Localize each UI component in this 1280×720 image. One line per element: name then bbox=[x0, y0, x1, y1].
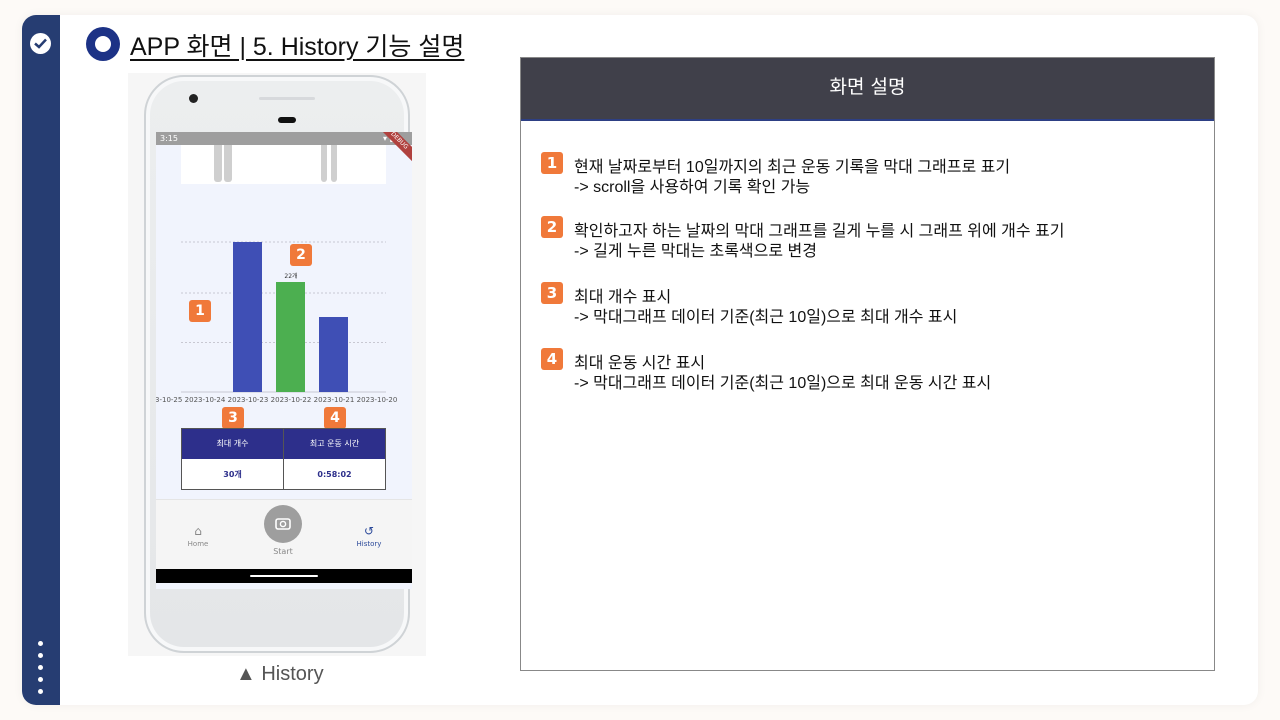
more-dots-icon[interactable] bbox=[38, 641, 44, 701]
nav-history-label: History bbox=[356, 540, 382, 548]
nav-home[interactable]: ⌂ Home bbox=[168, 524, 228, 548]
page-title: APP 화면 | 5. History 기능 설명 bbox=[130, 33, 465, 61]
bar-data-label: 22개 bbox=[284, 272, 297, 280]
phone-grille bbox=[259, 97, 315, 100]
x-tick-label: 2023-10-20 bbox=[357, 396, 398, 404]
tag-2: 2 bbox=[290, 244, 312, 266]
screenshot-caption: ▲ History bbox=[236, 663, 324, 685]
x-tick-label: 2023-10-22 bbox=[271, 396, 312, 404]
max-count-value: 30개 bbox=[223, 470, 242, 479]
x-tick-label: 2023-10-21 bbox=[314, 396, 355, 404]
slide: APP 화면 | 5. History 기능 설명 3:15 ▾ ▮ DEBUG… bbox=[22, 15, 1258, 705]
panel-header: 화면 설명 bbox=[521, 58, 1214, 121]
chart-bar[interactable] bbox=[276, 282, 305, 392]
desc-item-number: 4 bbox=[541, 348, 563, 370]
tag-4: 4 bbox=[324, 407, 346, 429]
system-nav-bar bbox=[156, 569, 412, 583]
description-panel: 화면 설명 1 현재 날짜로부터 10일까지의 최근 운동 기록을 막대 그래프… bbox=[520, 57, 1215, 671]
phone-speaker bbox=[278, 117, 296, 123]
stats-table: 최대 개수 최고 운동 시간 30개 0:58:02 bbox=[181, 428, 386, 490]
desc-item-number: 2 bbox=[541, 216, 563, 238]
tag-1: 1 bbox=[189, 300, 211, 322]
max-time-header: 최고 운동 시간 bbox=[284, 429, 385, 459]
app-screen: 3:15 ▾ ▮ DEBUG 2023-10-252023-10-242023-… bbox=[156, 132, 412, 589]
check-icon bbox=[30, 33, 51, 54]
x-tick-label: 2023-10-24 bbox=[185, 396, 226, 404]
chart-bar[interactable] bbox=[233, 242, 262, 392]
phone-frame: 3:15 ▾ ▮ DEBUG 2023-10-252023-10-242023-… bbox=[144, 75, 412, 653]
desc-item-number: 1 bbox=[541, 152, 563, 174]
x-tick-label: 2023-10-25 bbox=[156, 396, 182, 404]
phone-screenshot: 3:15 ▾ ▮ DEBUG 2023-10-252023-10-242023-… bbox=[128, 73, 426, 656]
nav-history[interactable]: ↺ History bbox=[339, 524, 399, 548]
desc-item-line2: -> 막대그래프 데이터 기준(최근 10일)으로 최대 운동 시간 표시 bbox=[574, 375, 992, 392]
home-icon: ⌂ bbox=[194, 524, 202, 538]
start-camera-button[interactable] bbox=[264, 505, 302, 543]
start-label: Start bbox=[273, 547, 293, 556]
nav-home-label: Home bbox=[187, 540, 209, 548]
chart-bar[interactable] bbox=[319, 317, 348, 392]
desc-item-line2: -> 길게 누른 막대는 초록색으로 변경 bbox=[574, 243, 817, 260]
camera-icon bbox=[275, 518, 291, 530]
status-bar: 3:15 ▾ ▮ bbox=[156, 132, 412, 145]
home-gesture-handle[interactable] bbox=[250, 575, 318, 577]
title-ring-icon bbox=[86, 27, 120, 61]
max-count-header: 최대 개수 bbox=[182, 429, 284, 459]
history-icon: ↺ bbox=[363, 524, 375, 538]
desc-item-number: 3 bbox=[541, 282, 563, 304]
status-time: 3:15 bbox=[160, 134, 178, 143]
x-tick-label: 2023-10-23 bbox=[228, 396, 269, 404]
desc-item-line2: -> scroll을 사용하여 기록 확인 가능 bbox=[574, 179, 811, 196]
tag-3: 3 bbox=[222, 407, 244, 429]
max-time-value: 0:58:02 bbox=[317, 470, 352, 479]
camera-icon bbox=[189, 94, 198, 103]
desc-item-line2: -> 막대그래프 데이터 기준(최근 10일)으로 최대 개수 표시 bbox=[574, 309, 958, 326]
bottom-nav: ⌂ Home Start ↺ History bbox=[156, 499, 412, 570]
sidebar bbox=[22, 15, 60, 705]
